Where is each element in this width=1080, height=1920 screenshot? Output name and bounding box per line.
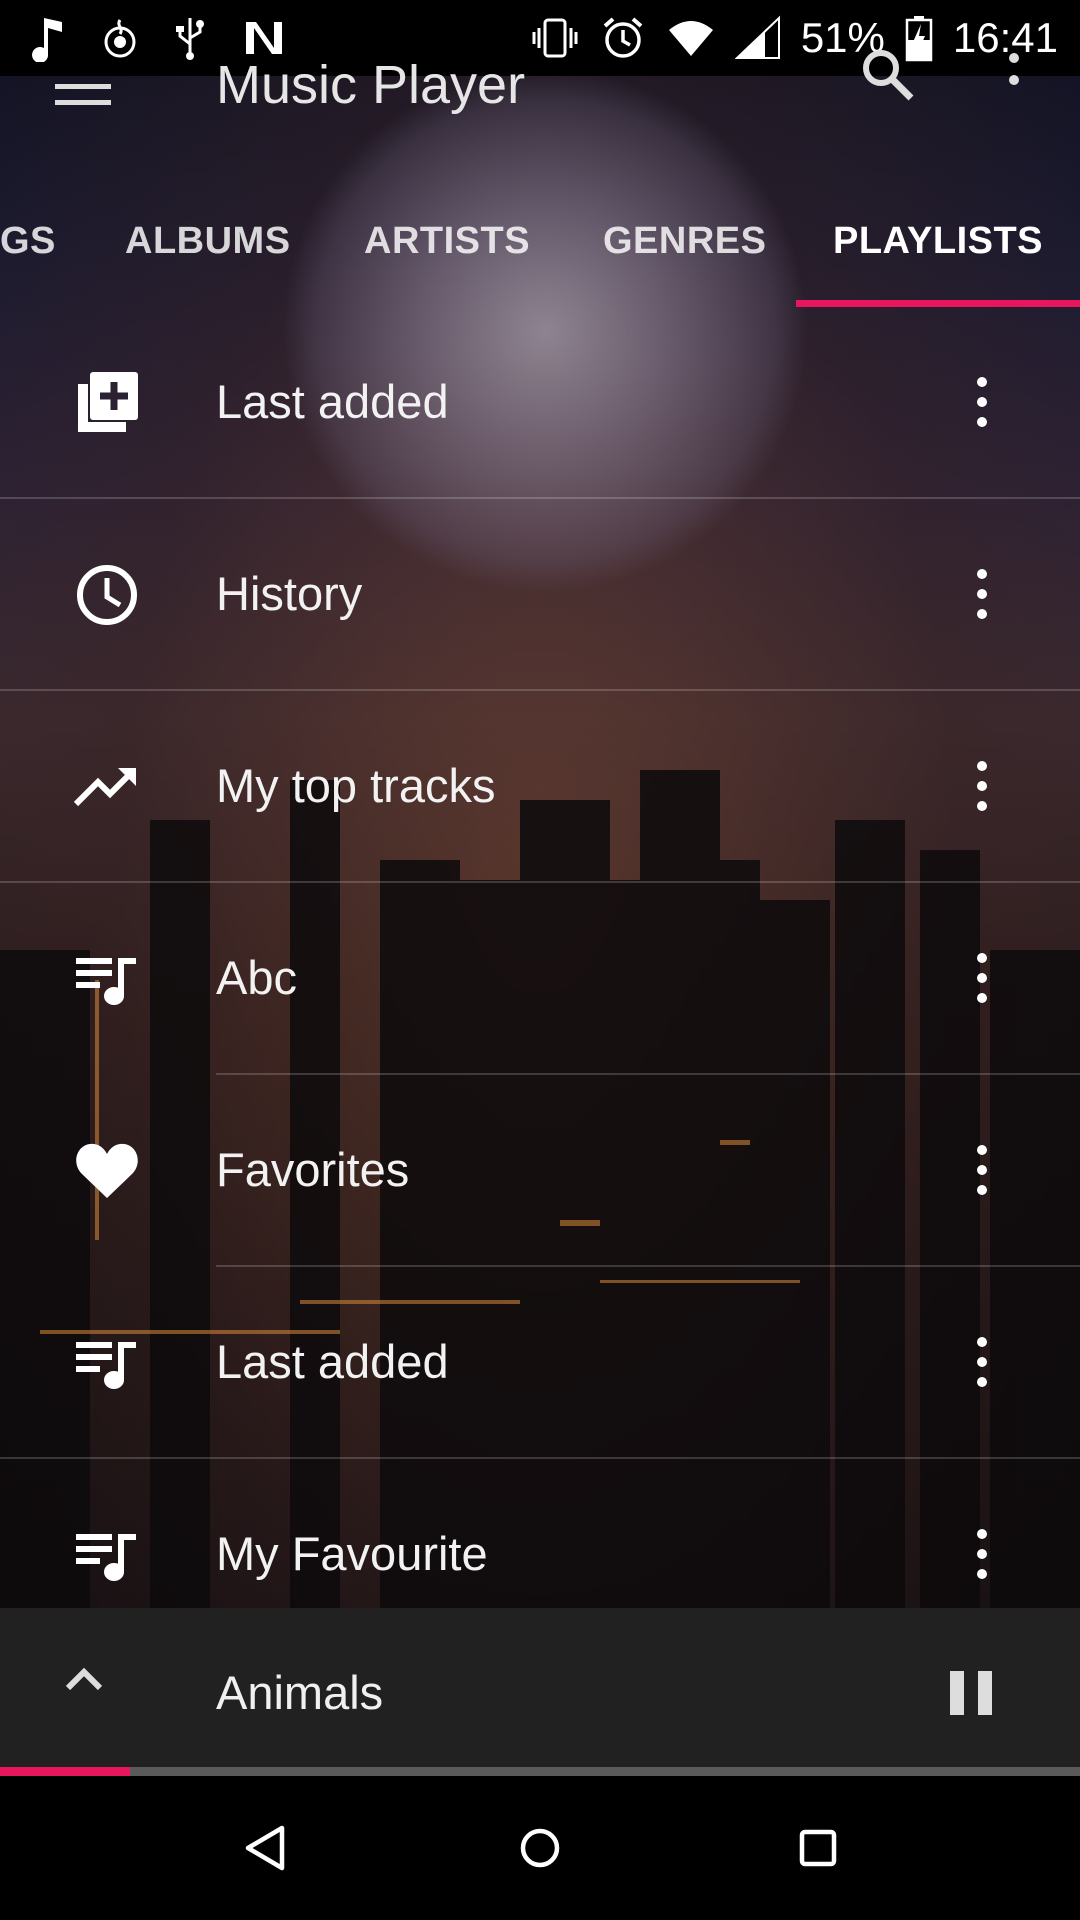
home-icon[interactable] bbox=[508, 1816, 572, 1880]
search-icon[interactable] bbox=[855, 50, 919, 114]
list-item[interactable]: History bbox=[0, 498, 1080, 690]
playback-progress-bar[interactable] bbox=[0, 1767, 1080, 1776]
navigation-bar bbox=[0, 1776, 1080, 1920]
playlist-add-icon bbox=[74, 370, 140, 436]
heart-icon bbox=[74, 1138, 140, 1204]
overflow-menu-icon[interactable] bbox=[1000, 50, 1028, 114]
more-options-icon[interactable] bbox=[968, 568, 996, 620]
list-item[interactable]: Favorites bbox=[0, 1074, 1080, 1266]
list-item[interactable]: Last added bbox=[0, 1266, 1080, 1458]
more-options-icon[interactable] bbox=[968, 1144, 996, 1196]
tab-artists[interactable]: ARTISTS bbox=[364, 220, 530, 263]
list-item-label: Abc bbox=[216, 951, 297, 1004]
mini-player[interactable]: Animals bbox=[0, 1608, 1080, 1768]
more-options-icon[interactable] bbox=[968, 376, 996, 428]
now-playing-title: Animals bbox=[216, 1666, 384, 1719]
list-item[interactable]: Abc bbox=[0, 882, 1080, 1074]
playlist-music-icon bbox=[74, 946, 140, 1012]
back-icon[interactable] bbox=[236, 1816, 300, 1880]
app-bar: Music Player bbox=[0, 50, 1080, 120]
more-options-icon[interactable] bbox=[968, 952, 996, 1004]
tab-albums[interactable]: ALBUMS bbox=[125, 220, 291, 263]
app-title: Music Player bbox=[216, 55, 526, 115]
chevron-up-icon[interactable] bbox=[62, 1656, 106, 1700]
list-item[interactable]: My Favourite bbox=[0, 1458, 1080, 1608]
playlist-music-icon bbox=[74, 1330, 140, 1396]
list-item[interactable]: My top tracks bbox=[0, 690, 1080, 882]
more-options-icon[interactable] bbox=[968, 760, 996, 812]
playlist-music-icon bbox=[74, 1522, 140, 1588]
list-item-label: History bbox=[216, 567, 363, 620]
more-options-icon[interactable] bbox=[968, 1528, 996, 1580]
menu-icon[interactable] bbox=[55, 74, 111, 114]
tab-genres[interactable]: GENRES bbox=[603, 220, 766, 263]
list-item-label: Last added bbox=[216, 375, 449, 428]
tab-songs[interactable]: GS bbox=[0, 220, 56, 263]
recent-apps-icon[interactable] bbox=[786, 1816, 850, 1880]
list-item-label: Last added bbox=[216, 1335, 449, 1388]
pause-icon[interactable] bbox=[950, 1671, 994, 1715]
tab-playlists[interactable]: PLAYLISTS bbox=[833, 220, 1043, 263]
playback-progress-fill bbox=[0, 1767, 130, 1776]
list-item-label: Favorites bbox=[216, 1143, 410, 1196]
list-item[interactable]: Last added bbox=[0, 306, 1080, 498]
more-options-icon[interactable] bbox=[968, 1336, 996, 1388]
tab-bar: GS ALBUMS ARTISTS GENRES PLAYLISTS bbox=[0, 190, 1080, 307]
clock-icon bbox=[74, 562, 140, 628]
trending-up-icon bbox=[73, 754, 140, 820]
list-item-label: My top tracks bbox=[216, 759, 496, 812]
